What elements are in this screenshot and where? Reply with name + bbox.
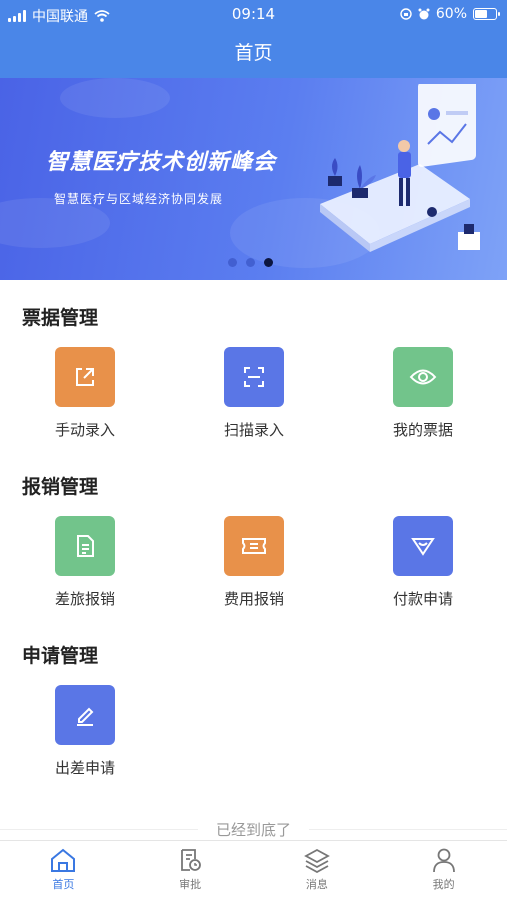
end-of-list-text: 已经到底了 — [0, 819, 507, 840]
carousel-indicator — [228, 258, 273, 267]
banner-subtitle: 智慧医疗与区域经济协同发展 — [54, 192, 224, 206]
document-icon — [55, 516, 115, 576]
alarm-icon — [418, 8, 430, 20]
edit-icon — [55, 685, 115, 745]
expense-reimbursement-label: 费用报销 — [223, 590, 284, 608]
battery-percent: 60% — [435, 6, 467, 22]
end-of-list-label: 已经到底了 — [197, 821, 309, 839]
tab-messages[interactable]: 消息 — [254, 841, 381, 900]
section-title-bills: 票据管理 — [22, 307, 99, 329]
travel-reimbursement-button[interactable]: 差旅报销 — [25, 516, 145, 609]
business-trip-application-label: 出差申请 — [54, 759, 115, 777]
rotation-lock-icon — [400, 8, 412, 20]
top-bar: 中国联通 09:14 60% 首页 — [0, 0, 507, 78]
diamond-icon — [393, 516, 453, 576]
section-title-reimbursement: 报销管理 — [22, 476, 99, 498]
tab-home-label: 首页 — [52, 878, 75, 891]
page-title: 首页 — [234, 42, 273, 64]
tab-bar: 首页 审批 消息 我的 — [0, 840, 507, 900]
layers-icon — [303, 848, 330, 873]
tab-approval[interactable]: 审批 — [127, 841, 254, 900]
carousel-dot[interactable] — [246, 258, 255, 267]
section-title-applications: 申请管理 — [22, 645, 99, 667]
manual-entry-button[interactable]: 手动录入 — [25, 347, 145, 440]
scan-entry-label: 扫描录入 — [223, 421, 284, 439]
tab-profile[interactable]: 我的 — [380, 841, 507, 900]
payment-request-button[interactable]: 付款申请 — [363, 516, 483, 609]
banner-carousel[interactable]: 智慧医疗技术创新峰会 智慧医疗与区域经济协同发展 — [0, 78, 507, 280]
payment-request-label: 付款申请 — [392, 590, 453, 608]
my-bills-label: 我的票据 — [392, 421, 453, 439]
tab-profile-label: 我的 — [432, 878, 455, 891]
carousel-dot[interactable] — [228, 258, 237, 267]
scan-icon — [224, 347, 284, 407]
battery-icon — [473, 8, 500, 20]
banner-illustration — [320, 84, 480, 252]
ticket-icon — [224, 516, 284, 576]
my-bills-button[interactable]: 我的票据 — [363, 347, 483, 440]
manual-entry-label: 手动录入 — [54, 421, 115, 439]
approval-icon — [181, 849, 202, 871]
tab-home[interactable]: 首页 — [0, 841, 127, 900]
travel-reimbursement-label: 差旅报销 — [54, 590, 115, 608]
tab-approval-label: 审批 — [179, 878, 202, 891]
user-icon — [432, 848, 455, 873]
share-box-icon — [55, 347, 115, 407]
eye-icon — [393, 347, 453, 407]
expense-reimbursement-button[interactable]: 费用报销 — [194, 516, 314, 609]
scan-entry-button[interactable]: 扫描录入 — [194, 347, 314, 440]
status-bar: 中国联通 09:14 60% — [0, 0, 507, 28]
banner-title: 智慧医疗技术创新峰会 — [46, 150, 277, 175]
tab-messages-label: 消息 — [305, 878, 328, 891]
business-trip-application-button[interactable]: 出差申请 — [25, 685, 145, 778]
carousel-dot-active[interactable] — [264, 258, 273, 267]
home-icon — [51, 848, 76, 872]
